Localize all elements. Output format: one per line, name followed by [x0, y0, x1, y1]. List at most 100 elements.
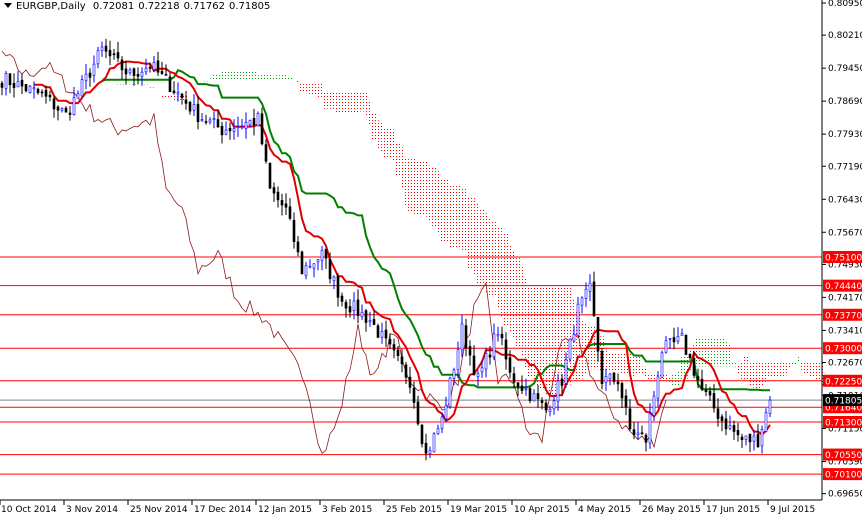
- candle-body: [544, 402, 548, 411]
- price-tick-label: 0.74170: [828, 293, 862, 303]
- cloud-segment: [172, 95, 176, 100]
- candle-body: [164, 74, 168, 76]
- candle-body: [28, 85, 32, 94]
- candle-body: [404, 364, 408, 378]
- cloud-segment: [280, 73, 284, 81]
- cloud-segment: [464, 187, 468, 253]
- cloud-segment: [208, 78, 212, 81]
- candle-body: [580, 297, 584, 306]
- cloud-segment: [372, 113, 376, 141]
- candle-body: [768, 399, 772, 414]
- level-label: 0.70550: [825, 451, 862, 461]
- candle-body: [248, 119, 252, 125]
- candle-body: [88, 72, 92, 78]
- cloud-segment: [404, 156, 408, 206]
- candles: [0, 38, 772, 461]
- cloud-segment: [748, 361, 752, 388]
- price-tick-label: 0.76430: [828, 195, 862, 205]
- candle-body: [72, 97, 76, 115]
- cloud-segment: [752, 361, 756, 388]
- current-price-label: 0.71805: [825, 397, 862, 407]
- cloud-segment: [144, 84, 148, 86]
- candle-body: [628, 408, 632, 430]
- cloud-segment: [452, 184, 456, 248]
- candle-body: [660, 352, 664, 378]
- candle-body: [704, 389, 708, 393]
- candle-body: [592, 281, 596, 317]
- candle-body: [236, 126, 240, 128]
- cloud-segment: [760, 361, 764, 387]
- candle-body: [548, 409, 552, 413]
- candle-body: [692, 358, 696, 376]
- cloud-segment: [364, 92, 368, 116]
- candle-body: [596, 317, 600, 352]
- cloud-segment: [544, 283, 548, 395]
- cloud-segment: [648, 374, 652, 380]
- candle-body: [324, 248, 328, 259]
- price-tick-label: 0.73410: [828, 326, 862, 336]
- candle-body: [528, 388, 532, 401]
- cloud-segment: [732, 362, 736, 367]
- candle-body: [320, 250, 324, 261]
- cloud-segment: [736, 364, 740, 376]
- candle-body: [316, 259, 320, 263]
- candle-body: [444, 405, 448, 420]
- candle-body: [716, 408, 720, 419]
- candle-body: [44, 89, 48, 97]
- price-chart[interactable]: 0.80950 0.80210 0.79450 0.78690 0.77930 0.771…: [0, 0, 862, 518]
- cloud-segment: [296, 79, 300, 84]
- cloud-segment: [652, 374, 656, 382]
- candle-body: [440, 416, 444, 429]
- cloud-segment: [764, 361, 768, 382]
- cloud-segment: [804, 361, 808, 375]
- cloud-segment: [240, 70, 244, 81]
- candle-body: [24, 84, 28, 92]
- time-tick-label: 4 May 2015: [578, 505, 631, 515]
- cloud-segment: [712, 337, 716, 367]
- candle-body: [384, 329, 388, 339]
- candle-body: [268, 162, 272, 189]
- candle-body: [156, 60, 160, 73]
- candle-body: [296, 241, 300, 253]
- price-tick-label: 0.80210: [828, 31, 862, 41]
- cloud-segment: [604, 348, 608, 372]
- candle-body: [644, 434, 648, 443]
- cloud-segment: [188, 92, 192, 93]
- cloud-segment: [640, 366, 644, 373]
- candle-body: [276, 191, 280, 201]
- candle-body: [700, 378, 704, 390]
- candle-body: [56, 106, 60, 111]
- cloud-segment: [324, 91, 328, 109]
- candle-body: [20, 79, 24, 87]
- level-label: 0.70100: [825, 471, 862, 481]
- candle-body: [492, 333, 496, 358]
- candle-body: [432, 433, 436, 453]
- candle-body: [696, 376, 700, 381]
- cloud-segment: [340, 91, 344, 113]
- cloud-segment: [516, 258, 520, 347]
- cloud-segment: [344, 91, 348, 113]
- cloud-segment: [284, 74, 288, 81]
- cloud-segment: [252, 71, 256, 81]
- cloud-segment: [156, 94, 160, 96]
- candle-body: [728, 425, 732, 429]
- candle-body: [344, 301, 348, 309]
- candle-body: [632, 429, 636, 435]
- cloud-segment: [396, 143, 400, 176]
- cloud-segment: [784, 361, 788, 376]
- candle-body: [92, 63, 96, 76]
- cloud-segment: [256, 75, 260, 81]
- candle-body: [104, 45, 108, 52]
- cloud-segment: [328, 91, 332, 109]
- candle-body: [672, 337, 676, 343]
- candle-body: [100, 46, 104, 52]
- cloud-segment: [260, 74, 264, 81]
- candle-body: [144, 67, 148, 73]
- candle-body: [200, 119, 204, 122]
- candle-body: [664, 340, 668, 353]
- candle-body: [652, 395, 656, 416]
- cloud-segment: [276, 75, 280, 81]
- level-label: 0.75100: [825, 254, 862, 264]
- candle-body: [264, 144, 268, 162]
- candle-body: [76, 93, 80, 99]
